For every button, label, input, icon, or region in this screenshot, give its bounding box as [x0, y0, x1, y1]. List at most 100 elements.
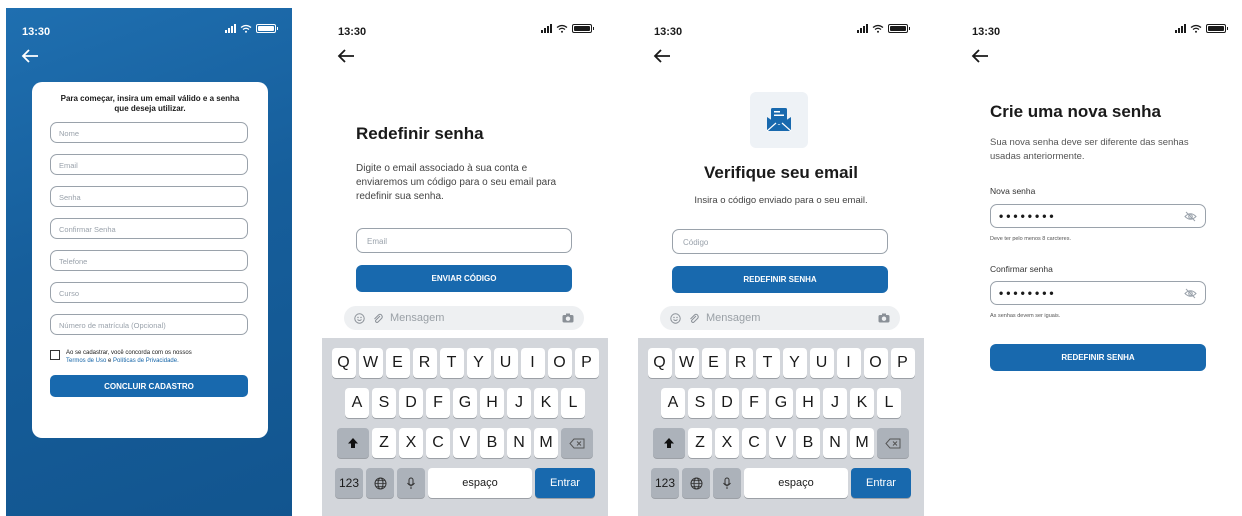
code-field[interactable]: Código	[672, 229, 888, 254]
back-arrow-icon[interactable]	[652, 48, 672, 64]
key-j[interactable]: J	[823, 388, 847, 418]
page-description: Sua nova senha deve ser diferente das se…	[990, 137, 1189, 162]
emoji-icon[interactable]	[354, 312, 365, 324]
key-v[interactable]: V	[769, 428, 793, 458]
key-o[interactable]: O	[547, 348, 572, 378]
key-t[interactable]: T	[439, 348, 464, 378]
key-u[interactable]: U	[809, 348, 834, 378]
key-j[interactable]: J	[507, 388, 531, 418]
back-arrow-icon[interactable]	[20, 48, 40, 64]
key-r[interactable]: R	[728, 348, 753, 378]
key-p[interactable]: P	[574, 348, 599, 378]
email-field[interactable]: Email	[50, 154, 248, 175]
key-n[interactable]: N	[507, 428, 531, 458]
space-key[interactable]: espaço	[744, 468, 848, 498]
key-i[interactable]: I	[836, 348, 861, 378]
message-bar[interactable]: Mensagem	[344, 306, 584, 330]
confirm-password-field[interactable]: Confirmar Senha	[50, 218, 248, 239]
key-e[interactable]: E	[385, 348, 410, 378]
key-m[interactable]: M	[534, 428, 558, 458]
backspace-key[interactable]	[877, 428, 909, 458]
key-b[interactable]: B	[796, 428, 820, 458]
key-a[interactable]: A	[661, 388, 685, 418]
name-field[interactable]: Nome	[50, 122, 248, 143]
key-s[interactable]: S	[688, 388, 712, 418]
key-x[interactable]: X	[399, 428, 423, 458]
key-c[interactable]: C	[426, 428, 450, 458]
key-z[interactable]: Z	[688, 428, 712, 458]
key-t[interactable]: T	[755, 348, 780, 378]
numbers-key[interactable]: 123	[651, 468, 679, 498]
key-l[interactable]: L	[561, 388, 585, 418]
key-e[interactable]: E	[701, 348, 726, 378]
course-field[interactable]: Curso	[50, 282, 248, 303]
password-field[interactable]: Senha	[50, 186, 248, 207]
backspace-key[interactable]	[561, 428, 593, 458]
confirm-password-field[interactable]: ••••••••	[990, 281, 1206, 305]
enrollment-number-field[interactable]: Número de matrícula (Opcional)	[50, 314, 248, 335]
reset-password-button[interactable]: REDEFINIR SENHA	[990, 344, 1206, 371]
key-h[interactable]: H	[480, 388, 504, 418]
key-m[interactable]: M	[850, 428, 874, 458]
phone-field[interactable]: Telefone	[50, 250, 248, 271]
key-v[interactable]: V	[453, 428, 477, 458]
camera-icon[interactable]	[562, 313, 574, 323]
eye-off-icon[interactable]	[1184, 288, 1197, 299]
key-k[interactable]: K	[534, 388, 558, 418]
camera-icon[interactable]	[878, 313, 890, 323]
eye-off-icon[interactable]	[1184, 211, 1197, 222]
key-z[interactable]: Z	[372, 428, 396, 458]
key-q[interactable]: Q	[647, 348, 672, 378]
key-y[interactable]: Y	[466, 348, 491, 378]
terms-link[interactable]: Termos de Uso	[66, 358, 106, 364]
enter-key[interactable]: Entrar	[851, 468, 911, 498]
enter-key[interactable]: Entrar	[535, 468, 595, 498]
key-u[interactable]: U	[493, 348, 518, 378]
shift-key[interactable]	[337, 428, 369, 458]
key-q[interactable]: Q	[331, 348, 356, 378]
emoji-icon[interactable]	[670, 312, 681, 324]
back-arrow-icon[interactable]	[970, 48, 990, 64]
mic-key[interactable]	[713, 468, 741, 498]
privacy-link[interactable]: Políticas de Privacidade.	[113, 358, 179, 364]
globe-key[interactable]	[682, 468, 710, 498]
new-password-field[interactable]: ••••••••	[990, 204, 1206, 228]
key-k[interactable]: K	[850, 388, 874, 418]
key-p[interactable]: P	[890, 348, 915, 378]
key-w[interactable]: W	[674, 348, 699, 378]
send-code-button[interactable]: ENVIAR CÓDIGO	[356, 265, 572, 292]
message-bar[interactable]: Mensagem	[660, 306, 900, 330]
key-d[interactable]: D	[715, 388, 739, 418]
terms-checkbox[interactable]	[50, 350, 60, 360]
shift-icon	[348, 438, 358, 448]
key-b[interactable]: B	[480, 428, 504, 458]
key-f[interactable]: F	[742, 388, 766, 418]
key-o[interactable]: O	[863, 348, 888, 378]
key-y[interactable]: Y	[782, 348, 807, 378]
shift-key[interactable]	[653, 428, 685, 458]
key-g[interactable]: G	[769, 388, 793, 418]
reset-password-button[interactable]: REDEFINIR SENHA	[672, 266, 888, 293]
key-w[interactable]: W	[358, 348, 383, 378]
key-f[interactable]: F	[426, 388, 450, 418]
key-h[interactable]: H	[796, 388, 820, 418]
key-i[interactable]: I	[520, 348, 545, 378]
key-x[interactable]: X	[715, 428, 739, 458]
globe-key[interactable]	[366, 468, 394, 498]
mic-key[interactable]	[397, 468, 425, 498]
key-g[interactable]: G	[453, 388, 477, 418]
key-c[interactable]: C	[742, 428, 766, 458]
key-l[interactable]: L	[877, 388, 901, 418]
key-a[interactable]: A	[345, 388, 369, 418]
attach-icon[interactable]	[372, 313, 383, 324]
attach-icon[interactable]	[688, 313, 699, 324]
key-r[interactable]: R	[412, 348, 437, 378]
key-d[interactable]: D	[399, 388, 423, 418]
email-field[interactable]: Email	[356, 228, 572, 253]
numbers-key[interactable]: 123	[335, 468, 363, 498]
space-key[interactable]: espaço	[428, 468, 532, 498]
back-arrow-icon[interactable]	[336, 48, 356, 64]
complete-signup-button[interactable]: CONCLUIR CADASTRO	[50, 375, 248, 397]
key-n[interactable]: N	[823, 428, 847, 458]
key-s[interactable]: S	[372, 388, 396, 418]
